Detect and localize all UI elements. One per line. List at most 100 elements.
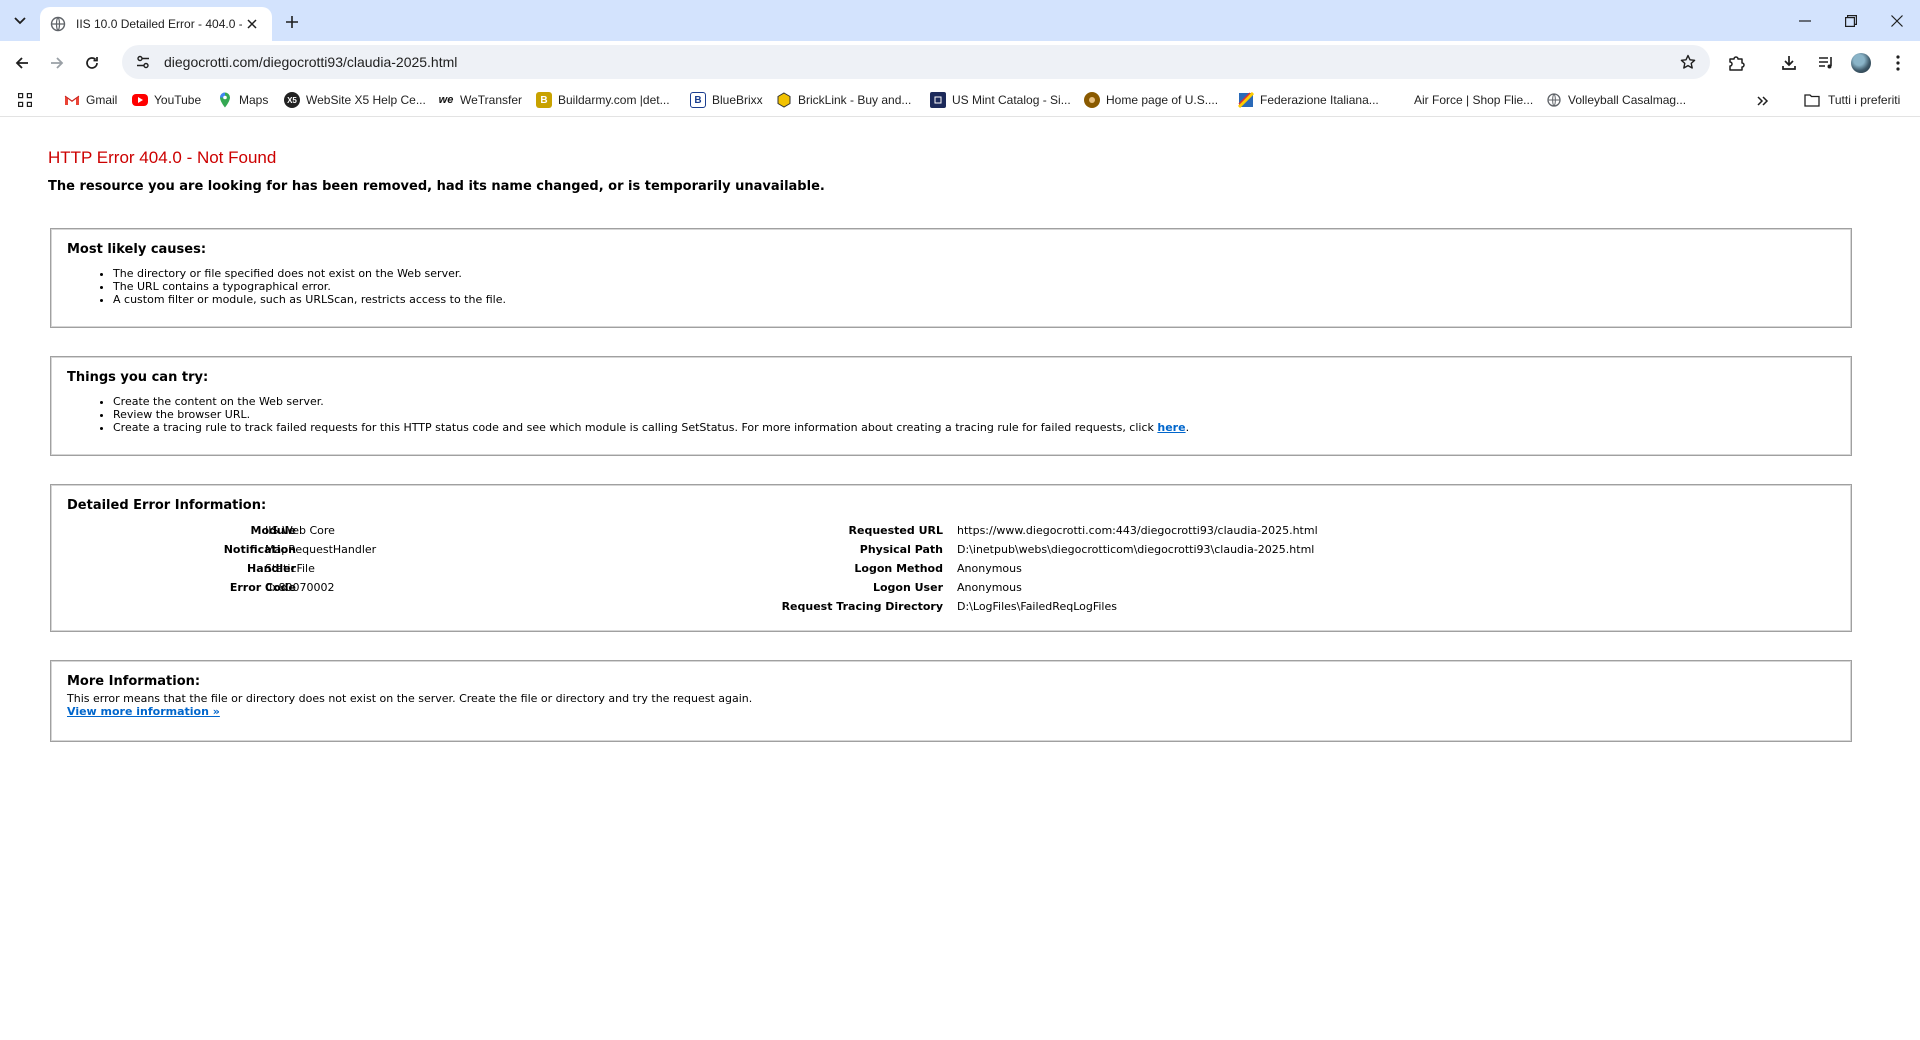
browser-toolbar: diegocrotti.com/diegocrotti93/claudia-20… — [0, 41, 1920, 83]
close-icon[interactable] — [242, 14, 262, 34]
list-item: The URL contains a typographical error. — [113, 280, 1835, 293]
tab-active[interactable]: IIS 10.0 Detailed Error - 404.0 - — [40, 7, 272, 41]
bookmark-bluebrixx[interactable]: B BlueBrixx — [690, 89, 763, 111]
detail-value: https://www.diegocrotti.com:443/diegocro… — [957, 524, 1318, 537]
download-icon[interactable] — [1775, 49, 1803, 77]
bookmark-star-icon[interactable] — [1674, 48, 1702, 76]
tab-title: IIS 10.0 Detailed Error - 404.0 - — [76, 17, 242, 31]
window-close-button[interactable] — [1874, 0, 1920, 41]
detail-value: 0x80070002 — [265, 581, 335, 594]
bookmark-federazione[interactable]: Federazione Italiana... — [1238, 89, 1379, 111]
bookmark-label: BrickLink - Buy and... — [798, 93, 912, 107]
detail-value: MapRequestHandler — [265, 543, 377, 556]
bookmark-bricklink[interactable]: BrickLink - Buy and... — [776, 89, 911, 111]
bookmark-wetransfer[interactable]: we WeTransfer — [438, 89, 522, 111]
youtube-icon — [132, 94, 148, 106]
federazione-icon — [1238, 92, 1254, 108]
minimize-button[interactable] — [1782, 0, 1828, 41]
us-home-icon — [1084, 92, 1100, 108]
bookmarks-bar: Gmail YouTube Maps X5 WebSite X5 Help Ce… — [0, 83, 1920, 117]
avatar — [1851, 53, 1871, 73]
try-list: Create the content on the Web server. Re… — [67, 395, 1835, 434]
bookmark-gmail[interactable]: Gmail — [64, 89, 117, 111]
arrow-left-icon — [15, 57, 28, 69]
bookmark-airforce[interactable]: Air Force | Shop Flie... — [1392, 89, 1533, 111]
apps-grid-icon[interactable] — [14, 90, 36, 110]
bookmark-buildarmy[interactable]: B Buildarmy.com |det... — [536, 89, 670, 111]
details-section: Detailed Error Information: Module IIS W… — [50, 484, 1852, 632]
list-item-end: . — [1185, 421, 1190, 434]
bluebrixx-icon: B — [690, 92, 706, 108]
here-link[interactable]: here — [1157, 421, 1185, 434]
bookmark-label: US Mint Catalog - Si... — [952, 93, 1071, 107]
arrow-right-icon — [51, 57, 64, 69]
profile-avatar[interactable] — [1847, 49, 1875, 77]
bookmark-youtube[interactable]: YouTube — [132, 89, 201, 111]
section-heading: More Information: — [67, 674, 201, 689]
reload-button[interactable] — [78, 49, 106, 77]
detail-label: Physical Path — [859, 543, 943, 556]
folder-icon — [1804, 92, 1820, 108]
bookmark-usmint[interactable]: US Mint Catalog - Si... — [930, 89, 1071, 111]
detail-value: D:\inetpub\webs\diegocrotticom\diegocrot… — [957, 543, 1315, 556]
tab-strip: IIS 10.0 Detailed Error - 404.0 - — [0, 0, 1920, 41]
url-text[interactable]: diegocrotti.com/diegocrotti93/claudia-20… — [164, 54, 1674, 70]
tab-search-button[interactable] — [8, 9, 32, 33]
globe-icon — [1546, 92, 1562, 108]
detail-value: StaticFile — [265, 562, 315, 575]
buildarmy-icon: B — [536, 92, 552, 108]
chevron-double-right-icon[interactable] — [1752, 91, 1774, 111]
minimize-icon — [1799, 19, 1811, 22]
bookmark-label: BlueBrixx — [712, 93, 763, 107]
wetransfer-icon: we — [438, 94, 454, 106]
restore-button[interactable] — [1828, 0, 1874, 41]
media-controls-icon[interactable] — [1812, 49, 1840, 77]
bookmark-us-home[interactable]: Home page of U.S.... — [1084, 89, 1218, 111]
restore-icon — [1845, 14, 1857, 27]
more-info-section: More Information: This error means that … — [50, 660, 1852, 742]
page-title: HTTP Error 404.0 - Not Found — [48, 148, 277, 167]
list-item: The directory or file specified does not… — [113, 267, 1835, 280]
reload-icon — [86, 57, 98, 69]
close-icon — [1891, 14, 1903, 27]
detail-label: Request Tracing Directory — [781, 600, 943, 613]
bookmark-label: WeTransfer — [460, 93, 523, 107]
try-section: Things you can try: Create the content o… — [50, 356, 1852, 456]
maps-icon — [217, 92, 233, 108]
bookmark-label: Federazione Italiana... — [1260, 93, 1379, 107]
page-subtitle: The resource you are looking for has bee… — [48, 179, 825, 194]
bookmark-label: Buildarmy.com |det... — [558, 93, 670, 107]
bookmark-websitex5[interactable]: X5 WebSite X5 Help Ce... — [284, 89, 426, 111]
back-button[interactable] — [8, 49, 36, 77]
view-more-link[interactable]: View more information » — [67, 705, 220, 718]
bookmark-label: Gmail — [86, 93, 118, 107]
bookmark-label: WebSite X5 Help Ce... — [306, 93, 426, 107]
new-tab-button[interactable] — [280, 10, 304, 34]
section-heading: Things you can try: — [67, 370, 209, 385]
section-heading: Detailed Error Information: — [67, 498, 267, 513]
list-item-text: Create a tracing rule to track failed re… — [113, 421, 1158, 434]
list-item: A custom filter or module, such as URLSc… — [113, 293, 1835, 306]
list-item: Review the browser URL. — [113, 408, 1835, 421]
plus-icon — [286, 16, 298, 28]
bookmark-label: YouTube — [154, 93, 202, 107]
detail-label: Logon Method — [854, 562, 943, 575]
site-info-icon[interactable] — [132, 51, 154, 73]
detail-label: Requested URL — [848, 524, 943, 537]
detail-label: Logon User — [872, 581, 943, 594]
detail-value: D:\LogFiles\FailedReqLogFiles — [957, 600, 1117, 613]
extensions-icon[interactable] — [1722, 49, 1750, 77]
more-menu-icon[interactable] — [1884, 49, 1912, 77]
list-item: Create the content on the Web server. — [113, 395, 1835, 408]
detail-value: IIS Web Core — [265, 524, 335, 537]
address-bar[interactable]: diegocrotti.com/diegocrotti93/claudia-20… — [122, 45, 1710, 79]
bookmark-label: Maps — [239, 93, 269, 107]
forward-button[interactable] — [43, 49, 71, 77]
airforce-icon — [1392, 92, 1408, 108]
all-bookmarks[interactable]: Tutti i preferiti — [1804, 89, 1900, 111]
bookmark-maps[interactable]: Maps — [217, 89, 268, 111]
usmint-icon — [930, 92, 946, 108]
bookmark-label: Home page of U.S.... — [1106, 93, 1219, 107]
bookmark-volleyball[interactable]: Volleyball Casalmag... — [1546, 89, 1686, 111]
list-item: Create a tracing rule to track failed re… — [113, 421, 1835, 434]
